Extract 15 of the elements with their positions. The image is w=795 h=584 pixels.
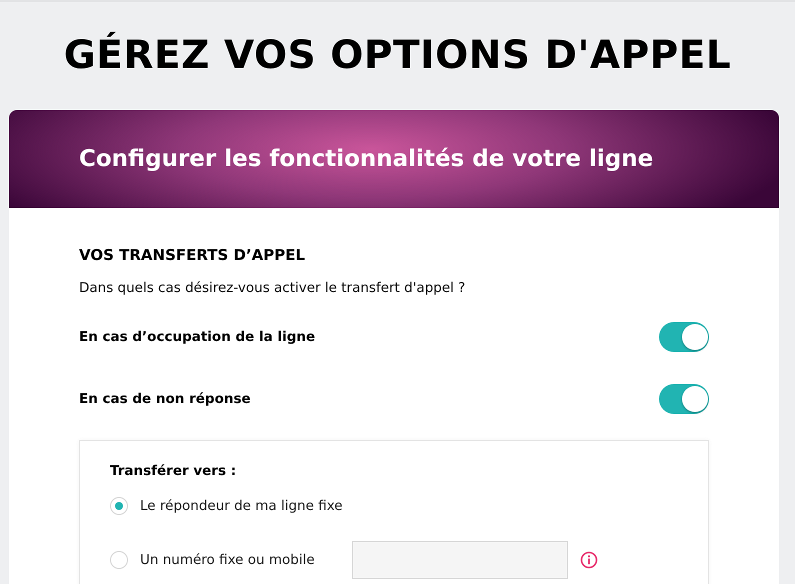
option-label: Le répondeur de ma ligne fixe bbox=[140, 498, 344, 514]
radio-button[interactable] bbox=[110, 551, 128, 569]
page-title: GÉREZ VOS OPTIONS D'APPEL bbox=[62, 30, 732, 80]
card-title: Configurer les fonctionnalités de votre ligne bbox=[79, 146, 654, 172]
toggle-switch[interactable] bbox=[659, 322, 709, 352]
toggle-label: En cas de non réponse bbox=[79, 391, 251, 407]
info-icon[interactable] bbox=[580, 551, 598, 569]
radio-button[interactable] bbox=[110, 497, 128, 515]
section-heading: VOS TRANSFERTS D’APPEL bbox=[79, 246, 306, 264]
transfer-label: Transférer vers : bbox=[110, 463, 238, 479]
number-input-field[interactable] bbox=[352, 541, 568, 579]
option-label: Un numéro fixe ou mobile bbox=[140, 552, 316, 568]
question-text: Dans quels cas désirez-vous activer le transfert d'appel ? bbox=[79, 280, 466, 296]
toggle-switch[interactable] bbox=[659, 384, 709, 414]
toggle-label: En cas d’occupation de la ligne bbox=[79, 329, 316, 345]
